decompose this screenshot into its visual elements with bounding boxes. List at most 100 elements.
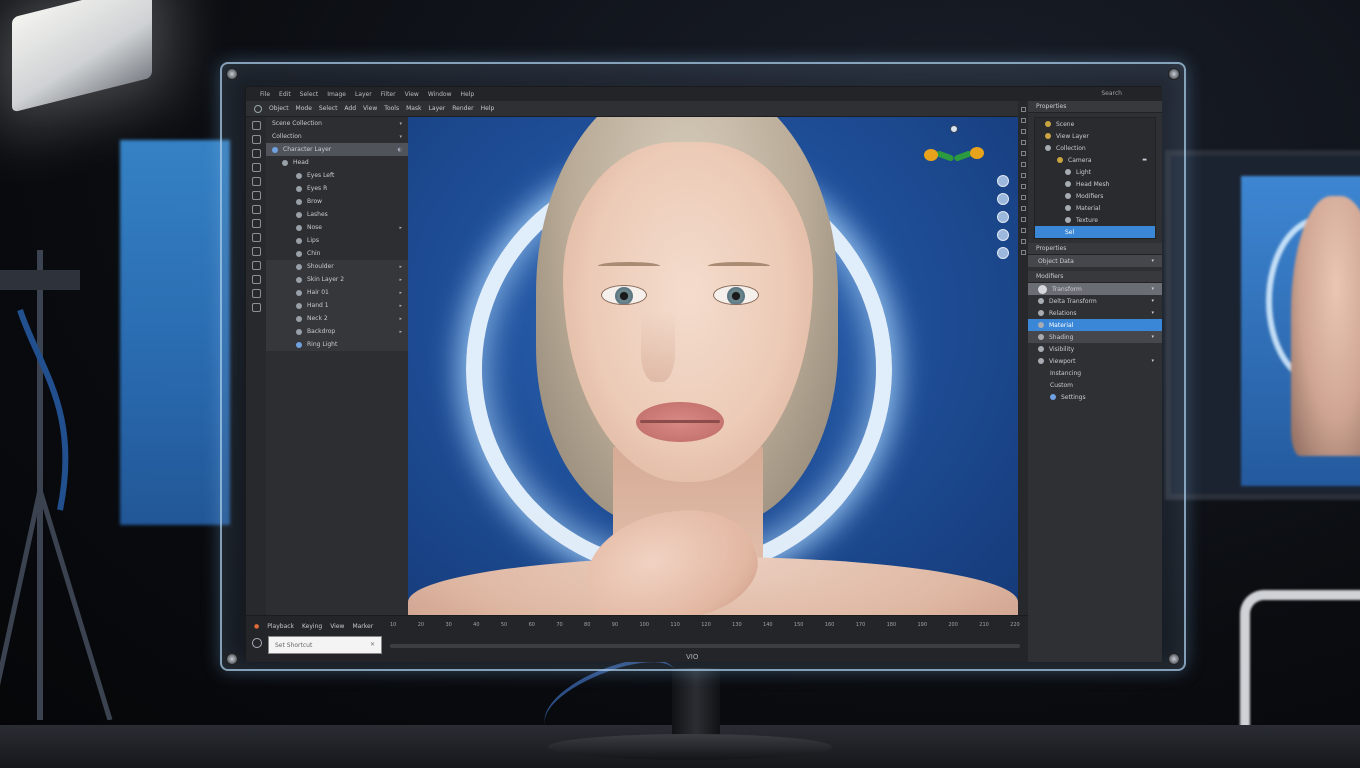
modifier-tab-icon[interactable] — [1020, 184, 1026, 189]
rotate-tool-icon[interactable] — [251, 149, 261, 158]
list-item[interactable]: Neck 2 ▸ — [266, 312, 408, 325]
menu-item[interactable]: Help — [461, 91, 475, 98]
toolbar-item[interactable]: Add — [344, 105, 356, 112]
zoom-icon[interactable] — [997, 175, 1009, 187]
property-row[interactable]: Visibility — [1028, 343, 1162, 355]
property-row[interactable]: Viewport ▾ — [1028, 355, 1162, 367]
output-tab-icon[interactable] — [1020, 129, 1026, 134]
measure-tool-icon[interactable] — [251, 205, 261, 214]
toolbar-item[interactable]: Mode — [296, 105, 312, 112]
list-item[interactable]: Lashes — [266, 208, 408, 221]
list-item[interactable]: Lips — [266, 234, 408, 247]
tree-item[interactable]: Modifiers — [1035, 190, 1155, 202]
property-row[interactable]: Instancing — [1028, 367, 1162, 379]
property-row[interactable]: Custom — [1028, 379, 1162, 391]
axis-z-icon[interactable] — [970, 147, 984, 159]
tree-item[interactable]: Collection — [1035, 142, 1155, 154]
list-item[interactable]: Eyes R — [266, 182, 408, 195]
toolbar-item[interactable]: Mask — [406, 105, 421, 112]
menu-item[interactable]: View — [405, 91, 419, 98]
timeline-menu-item[interactable]: Playback — [267, 623, 294, 630]
eyedropper-tool-icon[interactable] — [251, 275, 261, 284]
search-label[interactable]: Search — [1101, 90, 1122, 97]
list-item[interactable]: Scene Collection ▾ — [266, 117, 408, 130]
object-tab-icon[interactable] — [1020, 173, 1026, 178]
toolbar-item[interactable]: Select — [319, 105, 338, 112]
scale-tool-icon[interactable] — [251, 163, 261, 172]
tree-item[interactable]: View Layer — [1035, 130, 1155, 142]
annotate-tool-icon[interactable] — [251, 191, 261, 200]
text-tool-icon[interactable] — [251, 261, 261, 270]
menu-item[interactable]: Layer — [355, 91, 372, 98]
menu-item[interactable]: Filter — [381, 91, 396, 98]
list-item[interactable]: Head — [266, 156, 408, 169]
texture-tab-icon[interactable] — [1020, 250, 1026, 255]
toolbar-item[interactable]: Tools — [384, 105, 399, 112]
transform-tool-icon[interactable] — [251, 177, 261, 186]
tree-item-selected[interactable]: Sel — [1035, 226, 1155, 238]
navigation-gizmo[interactable] — [922, 125, 984, 185]
constraints-tab-icon[interactable] — [1020, 217, 1026, 222]
visibility-icon[interactable]: ◐ — [398, 147, 402, 153]
material-tab-icon[interactable] — [1020, 239, 1026, 244]
zoom-tool-icon[interactable] — [251, 303, 261, 312]
physics-tab-icon[interactable] — [1020, 206, 1026, 211]
list-item[interactable]: Shoulder ▸ — [266, 260, 408, 273]
pan-icon[interactable] — [997, 193, 1009, 205]
list-item[interactable]: Backdrop ▸ — [266, 325, 408, 338]
grid-icon[interactable] — [997, 229, 1009, 241]
world-tab-icon[interactable] — [1020, 162, 1026, 167]
view-layer-tab-icon[interactable] — [1020, 140, 1026, 145]
tree-item[interactable]: Texture — [1035, 214, 1155, 226]
camera-icon[interactable] — [997, 211, 1009, 223]
crop-tool-icon[interactable] — [251, 247, 261, 256]
help-icon[interactable] — [252, 638, 262, 648]
toolbar-item[interactable]: Render — [452, 105, 473, 112]
list-item[interactable]: Hand 1 ▸ — [266, 299, 408, 312]
list-item[interactable]: Ring Light — [266, 338, 408, 351]
tree-item[interactable]: Material — [1035, 202, 1155, 214]
hand-tool-icon[interactable] — [251, 289, 261, 298]
timeline-menu-item[interactable]: View — [330, 623, 344, 630]
chevron-icon[interactable]: ▾ — [1151, 286, 1154, 292]
scene-tab-icon[interactable] — [1020, 151, 1026, 156]
menu-item[interactable]: Select — [300, 91, 319, 98]
list-item[interactable]: Nose ▸ — [266, 221, 408, 234]
timeline-scrubber[interactable] — [390, 644, 1020, 648]
menu-item[interactable]: Image — [327, 91, 346, 98]
toolbar-item[interactable]: Object — [269, 105, 289, 112]
brush-tool-icon[interactable] — [251, 219, 261, 228]
close-icon[interactable]: ✕ — [370, 641, 375, 648]
menu-item[interactable]: File — [260, 91, 270, 98]
property-row-selected[interactable]: Material — [1028, 319, 1162, 331]
menu-icon[interactable] — [254, 104, 262, 113]
menu-item[interactable]: Edit — [279, 91, 291, 98]
panel-subheader[interactable]: Object Data ▾ — [1028, 255, 1162, 267]
list-item[interactable]: Hair 01 ▸ — [266, 286, 408, 299]
tree-item[interactable]: Scene — [1035, 118, 1155, 130]
expand-icon[interactable]: ▾ — [399, 121, 402, 127]
viewport-canvas[interactable] — [408, 117, 1018, 615]
list-item[interactable]: Skin Layer 2 ▸ — [266, 273, 408, 286]
timeline-menu-item[interactable]: Marker — [352, 623, 373, 630]
list-item[interactable]: Brow — [266, 195, 408, 208]
toolbar-item[interactable]: Help — [481, 105, 495, 112]
shortcut-input[interactable]: Set Shortcut ✕ — [268, 636, 382, 654]
list-item[interactable]: Character Layer ◐ — [266, 143, 408, 156]
particles-tab-icon[interactable] — [1020, 195, 1026, 200]
property-row[interactable]: Settings — [1028, 391, 1162, 403]
axis-y-icon[interactable] — [950, 125, 958, 133]
tree-item[interactable]: Light — [1035, 166, 1155, 178]
move-tool-icon[interactable] — [251, 135, 261, 144]
data-tab-icon[interactable] — [1020, 228, 1026, 233]
tree-item[interactable]: Head Mesh — [1035, 178, 1155, 190]
property-row[interactable]: Relations ▾ — [1028, 307, 1162, 319]
list-item[interactable]: Eyes Left — [266, 169, 408, 182]
list-item[interactable]: Collection ▾ — [266, 130, 408, 143]
record-icon[interactable]: ● — [254, 623, 259, 630]
toolbar-item[interactable]: View — [363, 105, 377, 112]
list-item[interactable]: Chin — [266, 247, 408, 260]
render-tab-icon[interactable] — [1020, 118, 1026, 123]
property-row[interactable]: Shading ▾ — [1028, 331, 1162, 343]
property-row[interactable]: Delta Transform ▾ — [1028, 295, 1162, 307]
